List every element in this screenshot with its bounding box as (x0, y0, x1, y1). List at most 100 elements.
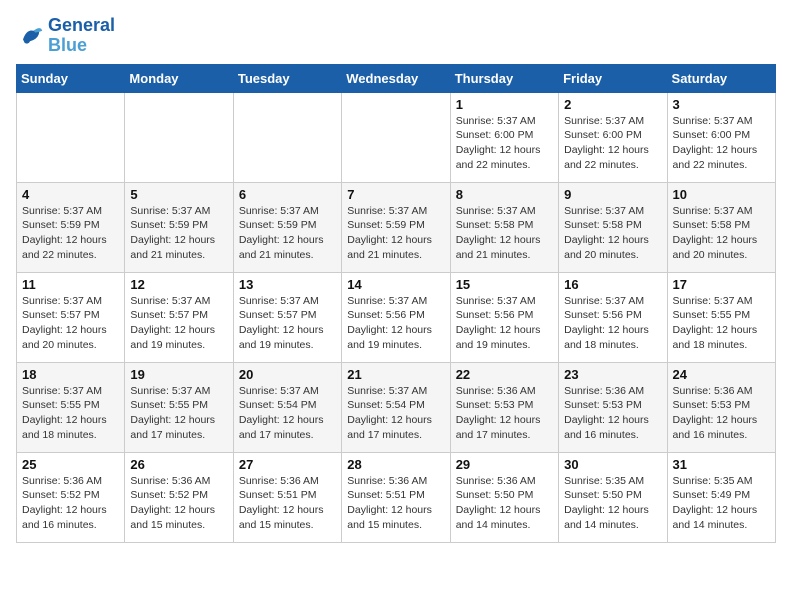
day-number: 19 (130, 367, 227, 382)
calendar-cell (17, 92, 125, 182)
calendar-table: SundayMondayTuesdayWednesdayThursdayFrid… (16, 64, 776, 543)
day-number: 7 (347, 187, 444, 202)
day-info: Sunrise: 5:35 AM Sunset: 5:49 PM Dayligh… (673, 474, 770, 533)
day-number: 3 (673, 97, 770, 112)
day-number: 24 (673, 367, 770, 382)
day-number: 1 (456, 97, 553, 112)
day-number: 11 (22, 277, 119, 292)
day-info: Sunrise: 5:37 AM Sunset: 5:59 PM Dayligh… (239, 204, 336, 263)
day-info: Sunrise: 5:37 AM Sunset: 5:56 PM Dayligh… (347, 294, 444, 353)
day-number: 16 (564, 277, 661, 292)
day-number: 29 (456, 457, 553, 472)
header-day-friday: Friday (559, 64, 667, 92)
page-header: GeneralBlue (16, 16, 776, 56)
calendar-cell: 4 Sunrise: 5:37 AM Sunset: 5:59 PM Daylig… (17, 182, 125, 272)
calendar-cell: 23 Sunrise: 5:36 AM Sunset: 5:53 PM Dayli… (559, 362, 667, 452)
day-number: 9 (564, 187, 661, 202)
day-info: Sunrise: 5:37 AM Sunset: 6:00 PM Dayligh… (564, 114, 661, 173)
day-number: 12 (130, 277, 227, 292)
calendar-cell: 22 Sunrise: 5:36 AM Sunset: 5:53 PM Dayli… (450, 362, 558, 452)
calendar-cell: 1 Sunrise: 5:37 AM Sunset: 6:00 PM Daylig… (450, 92, 558, 182)
day-info: Sunrise: 5:36 AM Sunset: 5:51 PM Dayligh… (239, 474, 336, 533)
calendar-cell: 14 Sunrise: 5:37 AM Sunset: 5:56 PM Dayli… (342, 272, 450, 362)
day-info: Sunrise: 5:37 AM Sunset: 5:59 PM Dayligh… (130, 204, 227, 263)
header-day-tuesday: Tuesday (233, 64, 341, 92)
day-number: 4 (22, 187, 119, 202)
day-info: Sunrise: 5:37 AM Sunset: 5:57 PM Dayligh… (130, 294, 227, 353)
calendar-cell (233, 92, 341, 182)
day-number: 30 (564, 457, 661, 472)
calendar-cell: 31 Sunrise: 5:35 AM Sunset: 5:49 PM Dayli… (667, 452, 775, 542)
calendar-cell (125, 92, 233, 182)
day-number: 22 (456, 367, 553, 382)
header-day-monday: Monday (125, 64, 233, 92)
day-info: Sunrise: 5:36 AM Sunset: 5:52 PM Dayligh… (130, 474, 227, 533)
calendar-cell: 13 Sunrise: 5:37 AM Sunset: 5:57 PM Dayli… (233, 272, 341, 362)
day-number: 31 (673, 457, 770, 472)
day-info: Sunrise: 5:36 AM Sunset: 5:51 PM Dayligh… (347, 474, 444, 533)
day-info: Sunrise: 5:36 AM Sunset: 5:53 PM Dayligh… (673, 384, 770, 443)
calendar-week-2: 4 Sunrise: 5:37 AM Sunset: 5:59 PM Daylig… (17, 182, 776, 272)
day-info: Sunrise: 5:36 AM Sunset: 5:52 PM Dayligh… (22, 474, 119, 533)
calendar-cell: 27 Sunrise: 5:36 AM Sunset: 5:51 PM Dayli… (233, 452, 341, 542)
day-info: Sunrise: 5:37 AM Sunset: 5:58 PM Dayligh… (564, 204, 661, 263)
day-info: Sunrise: 5:37 AM Sunset: 5:58 PM Dayligh… (456, 204, 553, 263)
day-number: 27 (239, 457, 336, 472)
day-number: 18 (22, 367, 119, 382)
day-number: 5 (130, 187, 227, 202)
logo: GeneralBlue (16, 16, 115, 56)
day-number: 20 (239, 367, 336, 382)
calendar-cell (342, 92, 450, 182)
day-info: Sunrise: 5:37 AM Sunset: 5:54 PM Dayligh… (347, 384, 444, 443)
calendar-cell: 28 Sunrise: 5:36 AM Sunset: 5:51 PM Dayli… (342, 452, 450, 542)
day-info: Sunrise: 5:37 AM Sunset: 5:55 PM Dayligh… (22, 384, 119, 443)
day-info: Sunrise: 5:36 AM Sunset: 5:53 PM Dayligh… (564, 384, 661, 443)
day-number: 17 (673, 277, 770, 292)
calendar-cell: 5 Sunrise: 5:37 AM Sunset: 5:59 PM Daylig… (125, 182, 233, 272)
day-info: Sunrise: 5:37 AM Sunset: 5:56 PM Dayligh… (564, 294, 661, 353)
day-number: 25 (22, 457, 119, 472)
calendar-cell: 18 Sunrise: 5:37 AM Sunset: 5:55 PM Dayli… (17, 362, 125, 452)
calendar-cell: 2 Sunrise: 5:37 AM Sunset: 6:00 PM Daylig… (559, 92, 667, 182)
calendar-cell: 3Sunrise: 5:37 AM Sunset: 6:00 PM Daylig… (667, 92, 775, 182)
day-number: 15 (456, 277, 553, 292)
calendar-cell: 30 Sunrise: 5:35 AM Sunset: 5:50 PM Dayli… (559, 452, 667, 542)
day-info: Sunrise: 5:37 AM Sunset: 5:58 PM Dayligh… (673, 204, 770, 263)
calendar-cell: 12 Sunrise: 5:37 AM Sunset: 5:57 PM Dayli… (125, 272, 233, 362)
calendar-cell: 9 Sunrise: 5:37 AM Sunset: 5:58 PM Daylig… (559, 182, 667, 272)
day-info: Sunrise: 5:35 AM Sunset: 5:50 PM Dayligh… (564, 474, 661, 533)
day-number: 26 (130, 457, 227, 472)
day-info: Sunrise: 5:37 AM Sunset: 5:55 PM Dayligh… (130, 384, 227, 443)
calendar-cell: 7 Sunrise: 5:37 AM Sunset: 5:59 PM Daylig… (342, 182, 450, 272)
calendar-cell: 17 Sunrise: 5:37 AM Sunset: 5:55 PM Dayli… (667, 272, 775, 362)
day-info: Sunrise: 5:37 AM Sunset: 5:55 PM Dayligh… (673, 294, 770, 353)
calendar-cell: 29 Sunrise: 5:36 AM Sunset: 5:50 PM Dayli… (450, 452, 558, 542)
day-number: 14 (347, 277, 444, 292)
calendar-week-4: 18 Sunrise: 5:37 AM Sunset: 5:55 PM Dayli… (17, 362, 776, 452)
day-info: Sunrise: 5:37 AM Sunset: 5:54 PM Dayligh… (239, 384, 336, 443)
day-number: 8 (456, 187, 553, 202)
day-info: Sunrise: 5:37 AM Sunset: 5:59 PM Dayligh… (22, 204, 119, 263)
day-number: 13 (239, 277, 336, 292)
day-info: Sunrise: 5:37 AM Sunset: 5:59 PM Dayligh… (347, 204, 444, 263)
calendar-cell: 19 Sunrise: 5:37 AM Sunset: 5:55 PM Dayli… (125, 362, 233, 452)
day-info: Sunrise: 5:37 AM Sunset: 6:00 PM Dayligh… (456, 114, 553, 173)
calendar-cell: 20 Sunrise: 5:37 AM Sunset: 5:54 PM Dayli… (233, 362, 341, 452)
calendar-cell: 24 Sunrise: 5:36 AM Sunset: 5:53 PM Dayli… (667, 362, 775, 452)
header-day-thursday: Thursday (450, 64, 558, 92)
calendar-cell: 15 Sunrise: 5:37 AM Sunset: 5:56 PM Dayli… (450, 272, 558, 362)
calendar-cell: 21 Sunrise: 5:37 AM Sunset: 5:54 PM Dayli… (342, 362, 450, 452)
calendar-cell: 25 Sunrise: 5:36 AM Sunset: 5:52 PM Dayli… (17, 452, 125, 542)
day-info: Sunrise: 5:36 AM Sunset: 5:53 PM Dayligh… (456, 384, 553, 443)
day-info: Sunrise: 5:37 AM Sunset: 5:57 PM Dayligh… (239, 294, 336, 353)
day-number: 28 (347, 457, 444, 472)
day-info: Sunrise: 5:36 AM Sunset: 5:50 PM Dayligh… (456, 474, 553, 533)
day-number: 21 (347, 367, 444, 382)
day-number: 23 (564, 367, 661, 382)
logo-text: GeneralBlue (48, 16, 115, 56)
calendar-week-3: 11 Sunrise: 5:37 AM Sunset: 5:57 PM Dayli… (17, 272, 776, 362)
day-number: 2 (564, 97, 661, 112)
day-info: Sunrise: 5:37 AM Sunset: 5:56 PM Dayligh… (456, 294, 553, 353)
logo-icon (16, 22, 44, 50)
calendar-cell: 11Sunrise: 5:37 AM Sunset: 5:57 PM Dayli… (17, 272, 125, 362)
